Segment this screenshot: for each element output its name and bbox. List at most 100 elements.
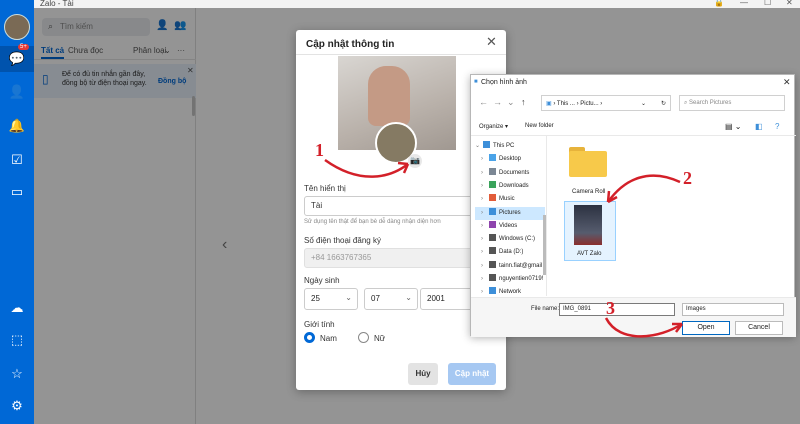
user-avatar[interactable] <box>4 14 30 40</box>
screenshot-icon[interactable]: ⬚ <box>7 330 27 350</box>
open-button[interactable]: Open <box>682 321 730 335</box>
dob-month-select[interactable]: 07 ⌄ <box>364 288 418 310</box>
cloud-icon[interactable]: ☁ <box>7 298 27 318</box>
file-type-select[interactable]: Images <box>682 303 784 316</box>
file-name-input[interactable]: IMG_0891 <box>559 303 675 316</box>
nav-item[interactable]: › Downloads <box>475 180 545 193</box>
chevron-down-icon: ⌄ <box>405 293 412 302</box>
address-row: ← → ⌄ ↑ ▣ › This ... › Pictu... › ⌄ ↻ ⌕ … <box>471 92 796 114</box>
nav-item[interactable]: › Videos <box>475 220 545 233</box>
chevron-right-icon[interactable]: › <box>481 167 489 180</box>
chevron-down-icon[interactable]: ⌄ <box>641 100 646 107</box>
chevron-right-icon[interactable]: › <box>481 233 489 246</box>
nav-item[interactable]: › nguyentien0719! <box>475 273 545 286</box>
gender-female-radio[interactable] <box>358 332 369 343</box>
search-icon: ⌕ <box>684 100 688 106</box>
previous-arrow-icon[interactable]: ‹ <box>222 236 227 254</box>
file-dialog-footer: File name: IMG_0891 Images Open Cancel <box>471 297 796 337</box>
close-window-icon[interactable]: ✕ <box>786 0 793 7</box>
nav-item-label: Downloads <box>499 182 529 189</box>
chevron-right-icon[interactable]: › <box>481 220 489 233</box>
maximize-icon[interactable]: ☐ <box>764 0 771 7</box>
file-type-value: Images <box>686 306 706 312</box>
back-icon[interactable]: ← <box>479 97 488 107</box>
chevron-right-icon[interactable]: › <box>481 207 489 220</box>
gender-male-radio[interactable] <box>304 332 315 343</box>
folder-icon <box>489 167 496 175</box>
preview-pane-icon[interactable]: ◧ <box>755 122 763 131</box>
nav-item[interactable]: › Music <box>475 193 545 206</box>
update-button[interactable]: Cập nhật <box>448 363 496 385</box>
up-icon[interactable]: ↑ <box>521 97 526 107</box>
star-icon[interactable]: ☆ <box>7 364 27 384</box>
nav-item-label: Windows (C:) <box>499 236 536 243</box>
file-toolbar: Organize ▾ New folder ▤ ⌄ ◧ ? <box>471 118 796 136</box>
phone-label: Số điện thoại đăng ký <box>304 236 381 245</box>
nav-item[interactable]: › Pictures <box>475 206 545 220</box>
chevron-down-icon[interactable]: ⌄ <box>475 140 483 153</box>
gender-female-label: Nữ <box>374 334 386 343</box>
chevron-right-icon[interactable]: › <box>481 180 489 193</box>
path-segment[interactable]: Pictu... <box>580 101 598 107</box>
chevron-right-icon[interactable]: › <box>481 260 489 273</box>
video-icon[interactable]: ▭ <box>7 182 27 202</box>
folder-icon[interactable] <box>569 147 607 177</box>
cancel-button[interactable]: Hủy <box>408 363 438 385</box>
gear-icon[interactable]: ⚙ <box>7 396 27 416</box>
help-icon[interactable]: ? <box>775 122 779 131</box>
step-number-2: 2 <box>683 168 692 188</box>
dob-day-select[interactable]: 25 ⌄ <box>304 288 358 310</box>
new-folder-button[interactable]: New folder <box>525 123 554 129</box>
dob-year-value: 2001 <box>427 294 445 303</box>
refresh-icon[interactable]: ↻ <box>661 100 666 107</box>
folder-icon <box>489 287 496 295</box>
close-icon[interactable]: ✕ <box>783 77 791 88</box>
display-name-hint: Sử dụng tên thật để bạn bè dễ dàng nhận … <box>304 219 441 225</box>
folder-icon <box>489 194 496 202</box>
contacts-icon[interactable]: 👤 <box>7 82 27 102</box>
nav-item[interactable]: › Windows (C:) <box>475 233 545 246</box>
file-chooser-dialog: ■ Chọn hình ảnh ✕ ← → ⌄ ↑ ▣ › This ... ›… <box>470 74 796 337</box>
nav-item[interactable]: ⌄ This PC <box>475 140 545 153</box>
image-thumbnail[interactable] <box>574 205 602 245</box>
cancel-button[interactable]: Cancel <box>735 321 783 335</box>
chat-icon[interactable]: 💬 <box>7 49 27 69</box>
view-icon[interactable]: ▤ ⌄ <box>725 122 741 131</box>
display-name-field[interactable]: Tài <box>304 196 498 216</box>
close-icon[interactable]: ✕ <box>486 34 497 50</box>
todo-icon[interactable]: ☑ <box>7 150 27 170</box>
path-segment[interactable]: This ... <box>557 101 575 107</box>
nav-item[interactable]: › tainn.fiat@gmail <box>475 260 545 273</box>
lock-icon[interactable]: 🔒 <box>714 0 724 7</box>
navigation-pane: ⌄ This PC › Desktop › Documents › Downloads › Mus… <box>471 136 547 296</box>
folder-icon <box>489 234 496 242</box>
chevron-right-icon[interactable]: › <box>481 193 489 206</box>
nav-item-label: Music <box>499 196 515 203</box>
nav-item-label: nguyentien0719! <box>499 276 544 282</box>
nav-item[interactable]: › Documents <box>475 167 545 180</box>
search-pictures-input[interactable]: ⌕ Search Pictures <box>679 95 785 111</box>
folder-icon <box>489 260 496 268</box>
forward-icon[interactable]: → <box>493 97 502 107</box>
gender-label: Giới tính <box>304 320 335 329</box>
chevron-right-icon[interactable]: › <box>481 273 489 286</box>
nav-item[interactable]: › Data (D:) <box>475 246 545 259</box>
navigation-scrollbar[interactable] <box>543 215 546 275</box>
sidebar-rail: 💬 5+ 👤 🔔 ☑ ▭ ☁ ⬚ ☆ ⚙ <box>0 0 34 424</box>
nav-item[interactable]: › Desktop <box>475 153 545 166</box>
recent-icon[interactable]: ⌄ <box>507 97 515 108</box>
organize-button[interactable]: Organize ▾ <box>479 123 508 130</box>
camera-icon[interactable]: 📷 <box>408 154 422 168</box>
bell-icon[interactable]: 🔔 <box>7 116 27 136</box>
app-icon: ■ <box>474 79 478 85</box>
chevron-right-icon[interactable]: › <box>481 246 489 259</box>
minimize-icon[interactable]: — <box>740 0 748 7</box>
chevron-right-icon[interactable]: › <box>481 153 489 166</box>
address-bar[interactable]: ▣ › This ... › Pictu... › ⌄ ↻ <box>541 95 671 111</box>
folder-icon <box>489 207 496 215</box>
folder-icon <box>489 247 496 255</box>
nav-item-label: Network <box>499 289 522 296</box>
window-titlebar: Zalo - Tài 🔒 — ☐ ✕ <box>0 0 800 8</box>
step-number-1: 1 <box>315 140 324 160</box>
folder-icon <box>489 274 496 281</box>
